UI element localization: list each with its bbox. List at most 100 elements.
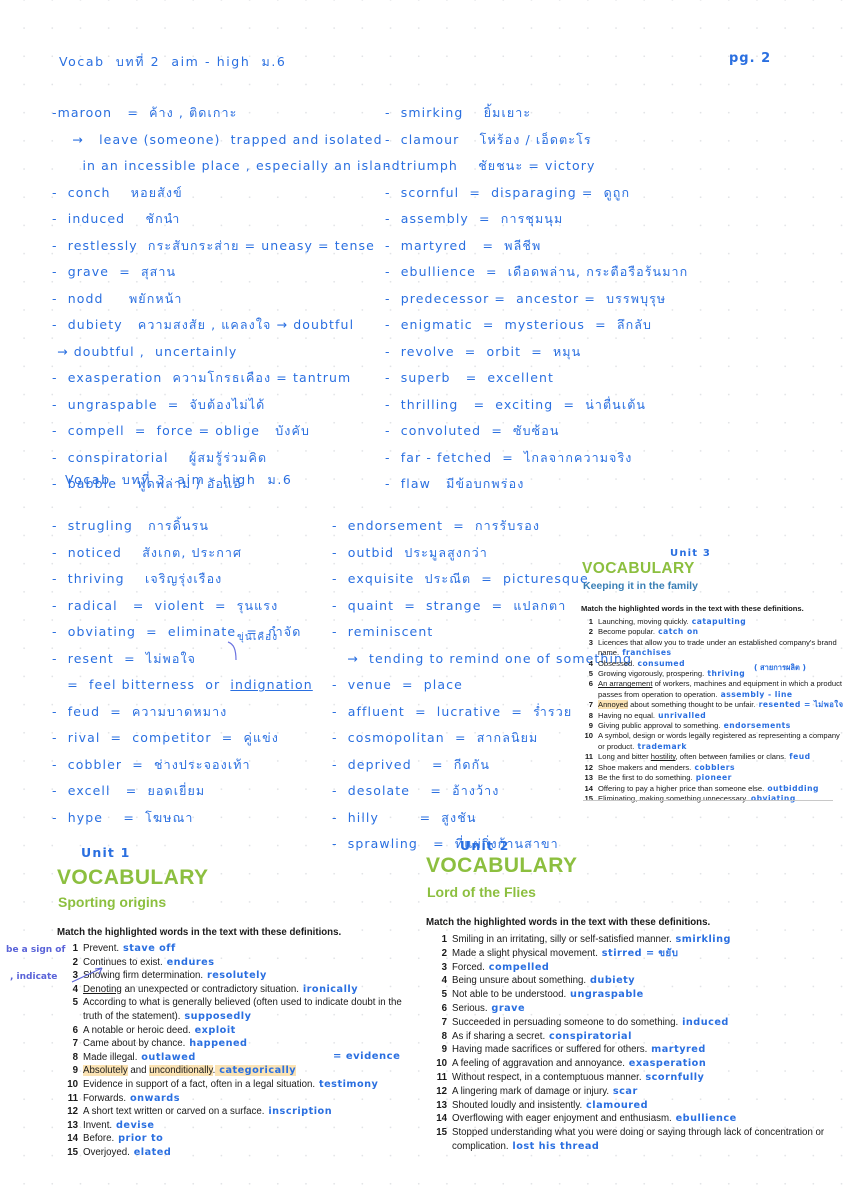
- definition-text: Having no equal. unrivalled: [598, 710, 707, 720]
- note-line: - restlessly กระสับกระส่าย = uneasy = te…: [52, 237, 375, 253]
- note-line: - triumph ชัยชนะ = victory: [385, 158, 596, 173]
- definition-number: 14: [436, 1113, 447, 1125]
- note-line: → leave (someone) trapped and isolated: [52, 131, 383, 147]
- definition-item: 8 As if sharing a secret. conspiratorial: [432, 1030, 835, 1044]
- definition-item: 10 A feeling of aggravation and annoyance…: [432, 1057, 835, 1071]
- unit2-panel-subtitle: Lord of the Flies: [427, 884, 536, 900]
- handwritten-answer: resolutely: [203, 970, 267, 982]
- definition-text: A notable or heroic deed. exploit: [83, 1024, 236, 1036]
- handwritten-answer: trademark: [634, 741, 687, 751]
- unit1-vocabulary-panel: Unit 1 VOCABULARY Sporting origins Match…: [57, 845, 422, 1160]
- note-line: = feel bitterness or indignation: [52, 677, 313, 692]
- definition-text: Having made sacrifices or suffered for o…: [452, 1044, 706, 1056]
- definition-number: 15: [67, 1146, 78, 1158]
- note-line: - strugling การดิ้นรน: [52, 518, 210, 533]
- note-line: - ebullience = เดือดพล่าน, กระตือรือร้นม…: [385, 264, 689, 279]
- unit3-definition-list: 1 Launching, moving quickly. catapulting 2…: [581, 617, 846, 804]
- note-line: - rival = competitor = คู่แข่ง: [52, 730, 279, 745]
- handwritten-answer: pioneer: [692, 773, 732, 783]
- note-line: - conspiratorial ผู้สมรู้ร่วมคิด: [52, 449, 268, 465]
- definition-number: 5: [441, 989, 447, 1001]
- handwritten-answer: grave: [487, 1002, 526, 1014]
- definition-item: 14 Before. prior to: [63, 1132, 422, 1146]
- handwritten-answer: outbidding: [764, 783, 819, 793]
- note-line: - induced ชักนำ: [52, 211, 181, 226]
- definition-text: Licences that allow you to trade under a…: [598, 637, 837, 658]
- handwritten-answer: exasperation: [624, 1058, 707, 1070]
- notes-section-1-left-column: -maroon = ค้าง , ติดเกาะ → leave (someon…: [52, 100, 401, 498]
- handwritten-answer: compelled: [484, 961, 550, 973]
- definition-text: Be the first to do something. pioneer: [598, 773, 732, 783]
- definition-item: 7 Came about by chance. happened: [63, 1037, 422, 1051]
- definition-number: 6: [72, 1024, 78, 1036]
- definition-item: 14 Overflowing with eager enjoyment and e…: [432, 1112, 835, 1126]
- definition-item: 1 Prevent. stave off: [63, 942, 422, 956]
- definition-text: Forced. compelled: [452, 961, 550, 973]
- handwritten-answer: happened: [185, 1038, 248, 1050]
- handwritten-answer: scar: [609, 1085, 638, 1097]
- definition-item: 1 Smiling in an irritating, silly or self…: [432, 933, 835, 947]
- definition-text: A feeling of aggravation and annoyance. …: [452, 1058, 707, 1070]
- definition-number: 8: [72, 1051, 78, 1063]
- note-line: - dubiety ความสงสัย , แคลงใจ → doubtful: [52, 317, 355, 332]
- definition-number: 15: [436, 1127, 447, 1139]
- definition-number: 2: [588, 627, 593, 637]
- definition-item: 8 Having no equal. unrivalled: [581, 711, 846, 721]
- note-line: - predecessor = ancestor = บรรพบุรุษ: [385, 290, 667, 306]
- definition-text: Evidence in support of a fact, often in …: [83, 1078, 379, 1090]
- definition-text: A symbol, design or words legally regist…: [598, 731, 840, 751]
- note-line: - thriving เจริญรุ่งเรือง: [52, 571, 223, 586]
- definition-number: 12: [584, 762, 593, 772]
- definition-item: 9 Having made sacrifices or suffered for …: [432, 1043, 835, 1057]
- unit1-margin-note-1: be a sign of: [6, 945, 66, 955]
- definition-text: Launching, moving quickly. catapulting: [598, 617, 747, 626]
- definition-number: 6: [588, 679, 593, 689]
- definition-item: 13 Be the first to do something. pioneer: [581, 773, 846, 783]
- definition-text: Overflowing with eager enjoyment and ent…: [452, 1113, 737, 1125]
- definition-number: 2: [72, 956, 78, 968]
- unit1-panel-subtitle: Sporting origins: [58, 894, 167, 910]
- notes-section-2-left-column: - strugling การดิ้นรน - noticed สังเกต, ป…: [52, 513, 313, 831]
- definition-item: 2 Continues to exist. endures: [63, 956, 422, 970]
- definition-item: 12 Shoe makers and menders. cobblers: [581, 763, 846, 773]
- definition-text: Overjoyed. elated: [83, 1146, 172, 1158]
- note-line: - feud = ความบาดหมาง: [52, 703, 228, 719]
- handwritten-answer: clamoured: [582, 1099, 649, 1111]
- definition-number: 1: [441, 934, 447, 945]
- definition-text: Showing firm determination. resolutely: [83, 970, 267, 982]
- notes-section-1-heading: Vocab บทที่ 2 aim - high ม.6: [59, 54, 287, 69]
- definition-item: 3 Showing firm determination. resolutely: [63, 969, 422, 983]
- note-line: - thrilling = exciting = น่าตื่นเต้น: [385, 396, 647, 412]
- definition-item: 5 Not able to be understood. ungraspable: [432, 988, 835, 1002]
- definition-text: Obsessed. consumed: [598, 658, 686, 668]
- definition-item: 14 Offering to pay a higher price than so…: [581, 784, 846, 794]
- definition-text: Shouted loudly and insistently. clamoure…: [452, 1099, 649, 1111]
- unit2-vocabulary-panel: Unit 2 VOCABULARY Lord of the Flies Matc…: [425, 838, 835, 1154]
- definition-number: 4: [72, 983, 78, 995]
- handwritten-answer: elated: [129, 1146, 172, 1158]
- handwritten-answer: inscription: [264, 1106, 333, 1118]
- definition-item: 2 Become popular. catch on: [581, 627, 846, 637]
- definition-text: Growing vigorously, prospering. thriving: [598, 669, 746, 679]
- definition-text: Absolutely and unconditionally. categori…: [83, 1065, 297, 1077]
- unit3-panel-divider: [583, 800, 833, 801]
- underlined-phrase: hostility: [650, 752, 676, 762]
- note-line: → doubtful , uncertainly: [52, 343, 238, 359]
- definition-number: 7: [441, 1016, 447, 1028]
- unit2-definition-list: 1 Smiling in an irritating, silly or self…: [432, 933, 835, 1154]
- definition-number: 1: [588, 617, 593, 626]
- handwritten-answer: unrivalled: [655, 710, 707, 720]
- definition-text: Invent. devise: [83, 1119, 155, 1131]
- definition-number: 3: [72, 970, 78, 982]
- definition-number: 3: [588, 637, 593, 647]
- handwritten-answer: prior to: [114, 1133, 164, 1145]
- definition-text: According to what is generally believed …: [83, 997, 402, 1022]
- definition-number: 7: [588, 700, 593, 710]
- definition-text: Without respect, in a contemptuous manne…: [452, 1071, 705, 1083]
- definition-number: 3: [441, 961, 447, 973]
- definition-text: Become popular. catch on: [598, 627, 699, 637]
- definition-text: Long and bitter hostility, often between…: [598, 752, 811, 762]
- definition-number: 10: [436, 1058, 447, 1070]
- definition-text: An arrangement of workers, machines and …: [598, 679, 842, 699]
- definition-text: Before. prior to: [83, 1133, 164, 1145]
